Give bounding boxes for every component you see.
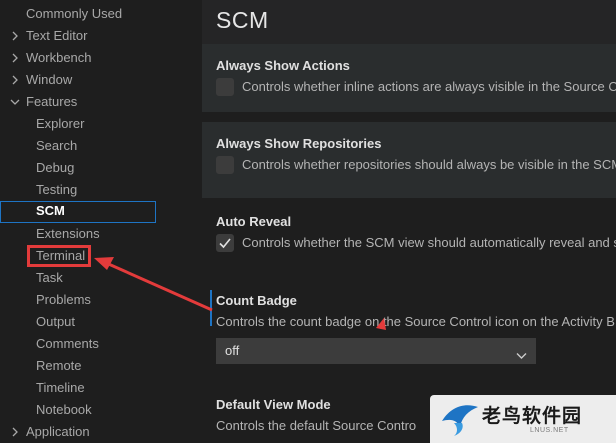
setting-title: Always Show Repositories [216,136,382,151]
settings-tree: Commonly Used Text Editor Workbench Wind… [0,0,202,443]
tree-item-label: Debug [36,160,75,175]
tree-item-explorer[interactable]: Explorer [0,113,202,135]
tree-item-label: Testing [36,182,78,197]
bird-logo-icon [442,405,478,436]
setting-title: Always Show Actions [216,58,350,73]
tree-item-label: Task [36,270,63,285]
setting-description: Controls the count badge on the Source C… [216,314,615,329]
setting-auto-reveal: Auto Reveal Controls whether the SCM vie… [202,200,616,276]
chevron-right-icon[interactable] [8,421,22,443]
setting-title: Count Badge [216,293,297,308]
tree-item-application[interactable]: Application [0,421,202,443]
tree-item-label: Timeline [36,380,85,395]
tree-item-timeline[interactable]: Timeline [0,377,202,399]
tree-item-label: Problems [36,292,91,307]
tree-item-scm[interactable]: SCM [0,201,156,223]
chevron-right-icon[interactable] [8,69,22,91]
tree-item-label: Commonly Used [26,6,123,21]
checkbox-always-show-repositories[interactable] [216,156,234,174]
tree-item-window[interactable]: Window [0,69,202,91]
tree-item-label: Notebook [36,402,92,417]
tree-item-text-editor[interactable]: Text Editor [0,25,202,47]
tree-item-notebook[interactable]: Notebook [0,399,202,421]
tree-item-label: Window [26,72,73,87]
tree-item-task[interactable]: Task [0,267,202,289]
setting-always-show-actions: Always Show Actions Controls whether inl… [202,44,616,112]
tree-item-remote[interactable]: Remote [0,355,202,377]
tree-item-label: Application [26,424,90,439]
select-value: off [225,343,240,358]
tree-item-testing[interactable]: Testing [0,179,202,201]
checkbox-always-show-actions[interactable] [216,78,234,96]
setting-description: Controls whether inline actions are alwa… [242,79,616,94]
count-badge-select[interactable]: off [216,338,536,364]
tree-item-workbench[interactable]: Workbench [0,47,202,69]
chevron-right-icon[interactable] [8,25,22,47]
tree-item-output[interactable]: Output [0,311,202,333]
tree-item-label: Workbench [26,50,92,65]
chevron-down-icon[interactable] [8,91,22,113]
setting-description: Controls whether the SCM view should aut… [242,235,616,250]
tree-item-label: Features [26,94,78,109]
focus-indicator [210,290,212,326]
setting-title: Default View Mode [216,397,331,412]
tree-item-problems[interactable]: Problems [0,289,202,311]
tree-item-debug[interactable]: Debug [0,157,202,179]
tree-item-comments[interactable]: Comments [0,333,202,355]
tree-item-label: Search [36,138,78,153]
tree-item-extensions[interactable]: Extensions [0,223,202,245]
section-header: SCM [202,0,616,44]
page-title: SCM [216,7,269,33]
setting-count-badge: Count Badge Controls the count badge on … [202,278,616,378]
check-icon [219,238,231,249]
tree-item-label: SCM [36,203,65,218]
tree-item-label: Remote [36,358,82,373]
watermark-logo: 老鸟软件园 LNUS.NET [430,395,616,443]
setting-description: Controls whether repositories should alw… [242,157,616,172]
checkbox-auto-reveal[interactable] [216,234,234,252]
watermark-brand: 老鸟软件园 [482,405,583,427]
setting-always-show-repositories: Always Show Repositories Controls whethe… [202,122,616,198]
tree-item-label: Explorer [36,116,85,131]
tree-item-features[interactable]: Features [0,91,202,113]
tree-item-label: Output [36,314,76,329]
chevron-right-icon[interactable] [8,47,22,69]
tree-item-search[interactable]: Search [0,135,202,157]
tree-item-commonly-used[interactable]: Commonly Used [0,3,202,25]
annotation-highlight-box [27,245,91,267]
watermark-sub: LNUS.NET [530,427,569,434]
setting-description: Controls the default Source Contro [216,418,417,433]
tree-item-label: Extensions [36,226,100,241]
settings-editor: Commonly Used Text Editor Workbench Wind… [0,0,616,443]
tree-item-label: Text Editor [26,28,88,43]
setting-title: Auto Reveal [216,214,292,229]
tree-item-label: Comments [36,336,99,351]
settings-pane: SCM Always Show Actions Controls whether… [202,0,616,443]
chevron-down-icon [516,347,527,365]
